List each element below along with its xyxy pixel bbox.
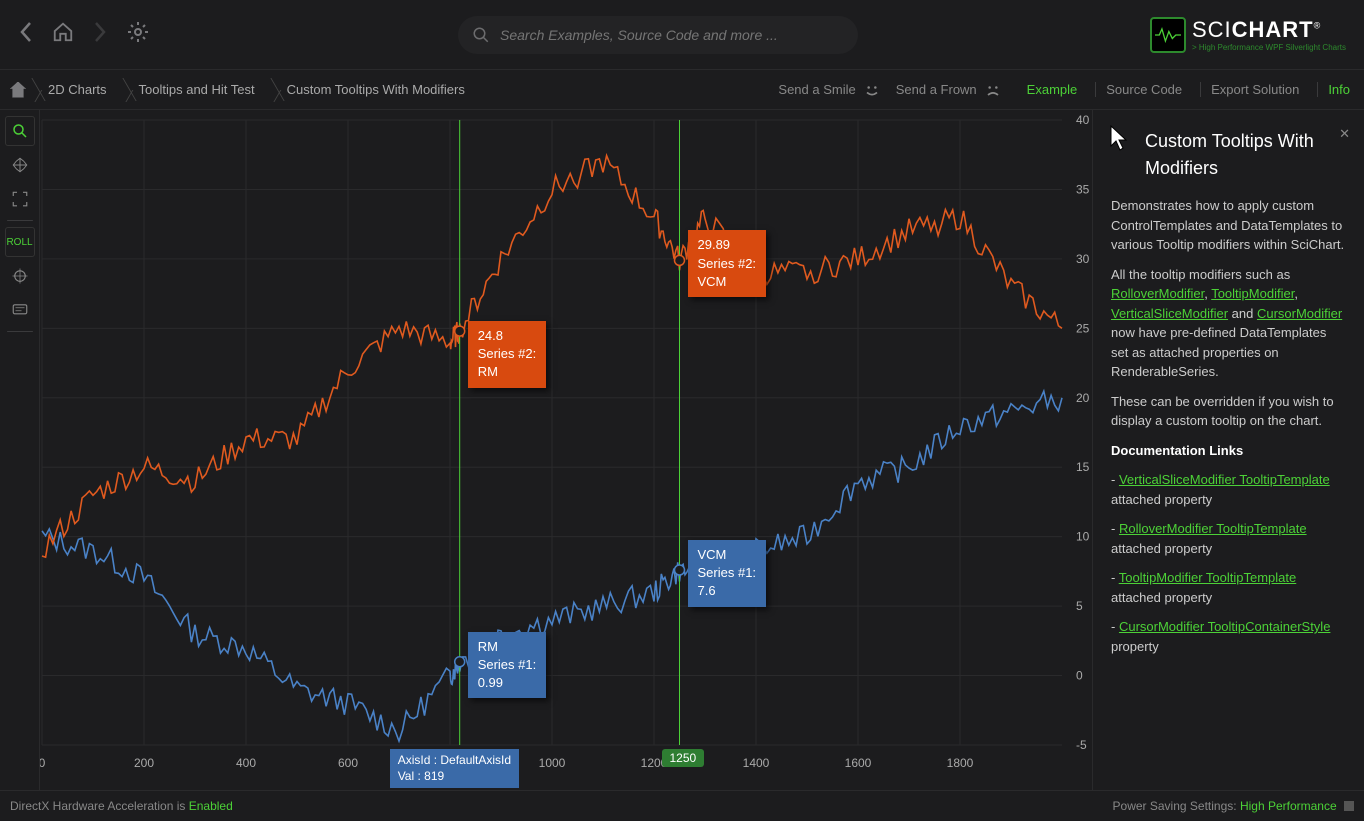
doc-links-heading: Documentation Links xyxy=(1111,443,1243,458)
home-icon[interactable] xyxy=(52,21,74,49)
status-bar: DirectX Hardware Acceleration is Enabled… xyxy=(0,790,1364,820)
tab-source-code[interactable]: Source Code xyxy=(1095,82,1186,97)
svg-text:30: 30 xyxy=(1076,252,1090,266)
info-text: All the tooltip modifiers such as Rollov… xyxy=(1111,265,1346,382)
tooltip-series2-vcm: 29.89Series #2:VCM xyxy=(688,230,767,297)
status-power-saving: Power Saving Settings: High Performance xyxy=(1113,799,1354,813)
breadcrumb-item[interactable]: Custom Tooltips With Modifiers xyxy=(269,78,479,101)
doc-link-item: - CursorModifier TooltipContainerStyle p… xyxy=(1111,617,1346,656)
svg-text:-5: -5 xyxy=(1076,738,1087,752)
tab-example[interactable]: Example xyxy=(1017,82,1082,97)
separator xyxy=(7,220,33,221)
send-smile-button[interactable]: Send a Smile xyxy=(778,80,881,100)
tooltip-tool-icon[interactable] xyxy=(5,295,35,325)
doc-link-item: - TooltipModifier TooltipTemplate attach… xyxy=(1111,568,1346,607)
separator xyxy=(7,331,33,332)
breadcrumb-item[interactable]: 2D Charts xyxy=(30,78,121,101)
info-panel: ✕ Custom Tooltips With Modifiers Demonst… xyxy=(1092,110,1364,790)
send-frown-button[interactable]: Send a Frown xyxy=(896,80,1003,100)
tab-export-solution[interactable]: Export Solution xyxy=(1200,82,1303,97)
main-area: ROLL -5051015202530354002004006008001000… xyxy=(0,110,1364,790)
frown-icon xyxy=(983,80,1003,100)
svg-text:400: 400 xyxy=(236,756,256,770)
info-title: Custom Tooltips With Modifiers xyxy=(1111,128,1346,182)
link-rollover-modifier[interactable]: RolloverModifier xyxy=(1111,286,1204,301)
x-axis-tooltip: AxisId : DefaultAxisIdVal : 819 xyxy=(390,749,519,788)
svg-text:15: 15 xyxy=(1076,460,1090,474)
pan-tool-icon[interactable] xyxy=(5,150,35,180)
link-vertical-slice-modifier[interactable]: VerticalSliceModifier xyxy=(1111,306,1228,321)
forward-icon[interactable] xyxy=(92,21,108,49)
link-cursor-modifier[interactable]: CursorModifier xyxy=(1257,306,1342,321)
breadcrumb-item[interactable]: Tooltips and Hit Test xyxy=(121,78,269,101)
logo-icon xyxy=(1150,17,1186,53)
top-toolbar: SCICHART® > High Performance WPF Silverl… xyxy=(0,0,1364,70)
tooltip-series1-rm: RMSeries #1:0.99 xyxy=(468,632,547,699)
crosshair-tool-icon[interactable] xyxy=(5,261,35,291)
svg-text:1800: 1800 xyxy=(947,756,974,770)
svg-text:20: 20 xyxy=(1076,391,1090,405)
svg-text:25: 25 xyxy=(1076,321,1090,335)
tooltip-series1-vcm: VCMSeries #1:7.6 xyxy=(688,540,767,607)
svg-text:1000: 1000 xyxy=(539,756,566,770)
info-text: Demonstrates how to apply custom Control… xyxy=(1111,196,1346,255)
chart-surface[interactable]: -505101520253035400200400600800100012001… xyxy=(40,110,1092,790)
svg-text:200: 200 xyxy=(134,756,154,770)
back-icon[interactable] xyxy=(18,21,34,49)
close-icon[interactable]: ✕ xyxy=(1339,124,1350,144)
doc-link-item: - RolloverModifier TooltipTemplate attac… xyxy=(1111,519,1346,558)
search-icon xyxy=(472,26,490,44)
search-input[interactable] xyxy=(500,27,844,43)
gear-icon[interactable] xyxy=(126,20,150,50)
link-tooltip-modifier[interactable]: TooltipModifier xyxy=(1211,286,1294,301)
svg-text:5: 5 xyxy=(1076,599,1083,613)
svg-text:10: 10 xyxy=(1076,530,1090,544)
sub-toolbar: 2D Charts Tooltips and Hit Test Custom T… xyxy=(0,70,1364,110)
tooltip-series2-rm: 24.8Series #2:RM xyxy=(468,321,547,388)
logo: SCICHART® > High Performance WPF Silverl… xyxy=(1150,17,1346,53)
cursor-icon xyxy=(1107,124,1131,158)
svg-text:1400: 1400 xyxy=(743,756,770,770)
svg-text:0: 0 xyxy=(40,756,46,770)
zoom-tool-icon[interactable] xyxy=(5,116,35,146)
status-hardware-accel: DirectX Hardware Acceleration is Enabled xyxy=(10,799,233,813)
chart-svg: -505101520253035400200400600800100012001… xyxy=(40,110,1092,790)
rollover-tool[interactable]: ROLL xyxy=(5,227,35,257)
doc-link-item: - VerticalSliceModifier TooltipTemplate … xyxy=(1111,470,1346,509)
svg-text:35: 35 xyxy=(1076,182,1090,196)
breadcrumb: 2D Charts Tooltips and Hit Test Custom T… xyxy=(10,78,479,101)
svg-text:1600: 1600 xyxy=(845,756,872,770)
tab-info[interactable]: Info xyxy=(1317,82,1354,97)
svg-text:40: 40 xyxy=(1076,113,1090,127)
extents-tool-icon[interactable] xyxy=(5,184,35,214)
info-text: These can be overridden if you wish to d… xyxy=(1111,392,1346,431)
chart-tools: ROLL xyxy=(0,110,40,790)
svg-text:600: 600 xyxy=(338,756,358,770)
svg-text:0: 0 xyxy=(1076,669,1083,683)
search-box[interactable] xyxy=(458,16,858,54)
smile-icon xyxy=(862,80,882,100)
x-axis-badge: 1250 xyxy=(662,749,705,767)
